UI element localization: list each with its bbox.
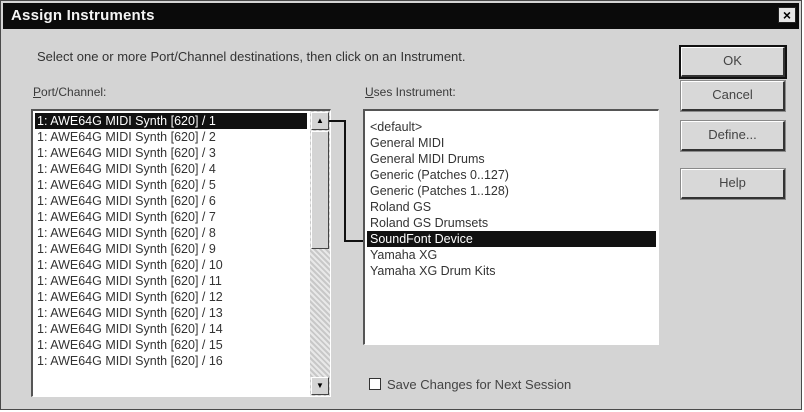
instrument-list-item[interactable]: SoundFont Device [367, 231, 656, 247]
instrument-list-item[interactable]: Roland GS [367, 199, 656, 215]
port-channel-list-item[interactable]: 1: AWE64G MIDI Synth [620] / 10 [35, 257, 307, 273]
instrument-list[interactable]: <default> General MIDI General MIDI Drums G… [363, 109, 659, 345]
port-channel-list[interactable]: 1: AWE64G MIDI Synth [620] / 1 1: AWE64G … [31, 109, 331, 397]
port-channel-list-item[interactable]: 1: AWE64G MIDI Synth [620] / 6 [35, 193, 307, 209]
port-channel-rows: 1: AWE64G MIDI Synth [620] / 1 1: AWE64G … [35, 113, 307, 369]
instrument-list-item[interactable]: Generic (Patches 0..127) [367, 167, 656, 183]
instrument-list-item[interactable]: General MIDI [367, 135, 656, 151]
port-channel-list-item[interactable]: 1: AWE64G MIDI Synth [620] / 16 [35, 353, 307, 369]
port-channel-label-accel: P [33, 85, 42, 99]
instrument-list-item[interactable]: Roland GS Drumsets [367, 215, 656, 231]
instrument-list-item[interactable]: General MIDI Drums [367, 151, 656, 167]
port-channel-label-rest: ort/Channel: [41, 85, 107, 99]
cancel-button[interactable]: Cancel [680, 80, 786, 112]
instrument-rows: <default> General MIDI General MIDI Drums G… [367, 119, 656, 279]
close-button[interactable]: × [778, 7, 796, 23]
ok-button[interactable]: OK [679, 45, 787, 79]
define-button[interactable]: Define... [680, 120, 786, 152]
help-button[interactable]: Help [680, 168, 786, 200]
scrollbar-thumb[interactable] [311, 131, 329, 249]
title-bar[interactable]: Assign Instruments × [3, 3, 799, 29]
port-channel-list-item[interactable]: 1: AWE64G MIDI Synth [620] / 11 [35, 273, 307, 289]
port-channel-list-item[interactable]: 1: AWE64G MIDI Synth [620] / 12 [35, 289, 307, 305]
port-channel-list-item[interactable]: 1: AWE64G MIDI Synth [620] / 13 [35, 305, 307, 321]
port-channel-scrollbar[interactable]: ▲ ▼ [310, 111, 330, 396]
port-channel-list-item[interactable]: 1: AWE64G MIDI Synth [620] / 1 [35, 113, 307, 129]
port-channel-list-item[interactable]: 1: AWE64G MIDI Synth [620] / 8 [35, 225, 307, 241]
port-channel-list-item[interactable]: 1: AWE64G MIDI Synth [620] / 5 [35, 177, 307, 193]
save-changes-label[interactable]: Save Changes for Next Session [387, 377, 571, 392]
save-changes-checkbox[interactable] [369, 378, 381, 390]
port-channel-label: Port/Channel: [33, 85, 106, 99]
window-title: Assign Instruments [11, 7, 155, 24]
port-channel-list-item[interactable]: 1: AWE64G MIDI Synth [620] / 2 [35, 129, 307, 145]
port-channel-list-item[interactable]: 1: AWE64G MIDI Synth [620] / 3 [35, 145, 307, 161]
assign-instruments-dialog: Assign Instruments × Select one or more … [0, 0, 802, 410]
instrument-list-item[interactable]: Yamaha XG [367, 247, 656, 263]
port-channel-list-item[interactable]: 1: AWE64G MIDI Synth [620] / 15 [35, 337, 307, 353]
instrument-list-item[interactable]: Generic (Patches 1..128) [367, 183, 656, 199]
scroll-down-arrow-icon[interactable]: ▼ [311, 377, 329, 395]
scroll-up-arrow-icon[interactable]: ▲ [311, 112, 329, 130]
port-channel-list-item[interactable]: 1: AWE64G MIDI Synth [620] / 9 [35, 241, 307, 257]
instrument-list-item[interactable]: <default> [367, 119, 656, 135]
instrument-list-item[interactable]: Yamaha XG Drum Kits [367, 263, 656, 279]
port-channel-list-item[interactable]: 1: AWE64G MIDI Synth [620] / 14 [35, 321, 307, 337]
port-channel-list-item[interactable]: 1: AWE64G MIDI Synth [620] / 4 [35, 161, 307, 177]
port-channel-list-item[interactable]: 1: AWE64G MIDI Synth [620] / 7 [35, 209, 307, 225]
uses-instrument-label-accel: U [365, 85, 374, 99]
uses-instrument-label-rest: ses Instrument: [373, 85, 456, 99]
instructions-text: Select one or more Port/Channel destinat… [37, 49, 466, 64]
uses-instrument-label: Uses Instrument: [365, 85, 456, 99]
